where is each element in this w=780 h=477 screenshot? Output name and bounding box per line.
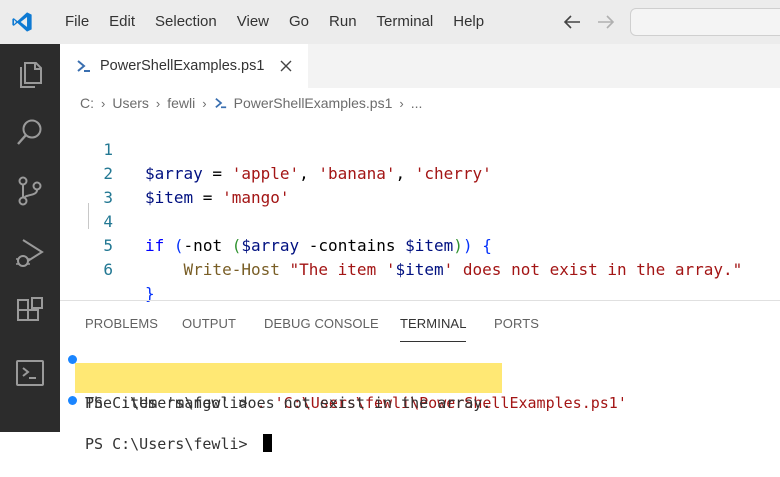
tab-problems[interactable]: PROBLEMS xyxy=(85,316,158,331)
search-icon[interactable] xyxy=(14,116,46,148)
code-line-3: 3 xyxy=(60,162,113,207)
command-center-search[interactable] xyxy=(630,8,780,36)
run-debug-icon[interactable] xyxy=(14,237,46,269)
tab-terminal[interactable]: TERMINAL xyxy=(400,316,467,331)
code-text: $array = 'apple', 'banana', 'cherry' xyxy=(145,164,492,183)
code-editor[interactable]: 1 $array = 'apple', 'banana', 'cherry' 2… xyxy=(60,114,780,303)
chevron-right-icon: › xyxy=(202,95,207,111)
powershell-file-icon xyxy=(76,58,92,74)
powershell-file-icon xyxy=(214,97,228,109)
menu-file[interactable]: File xyxy=(55,8,99,36)
code-line-2: 2 $item = 'mango' xyxy=(60,138,289,207)
active-tab-indicator xyxy=(400,341,466,342)
code-text: Write-Host "The item '$item' does not ex… xyxy=(183,260,743,279)
menu-selection[interactable]: Selection xyxy=(145,8,227,36)
command-status-icon[interactable] xyxy=(68,355,77,364)
breadcrumb-file[interactable]: PowerShellExamples.ps1 xyxy=(234,95,393,111)
command-status-icon[interactable] xyxy=(68,396,77,405)
source-control-icon[interactable] xyxy=(14,175,46,207)
vscode-logo-icon xyxy=(11,11,33,33)
arrow-right-icon[interactable] xyxy=(596,11,616,33)
code-line-1: 1 $array = 'apple', 'banana', 'cherry' xyxy=(60,114,491,183)
menu-bar: File Edit Selection View Go Run Terminal… xyxy=(55,8,494,36)
activity-bar xyxy=(0,44,60,432)
explorer-icon[interactable] xyxy=(14,57,46,89)
chevron-right-icon: › xyxy=(399,95,404,111)
terminal-text: PS C:\Users\fewli> xyxy=(85,433,272,455)
navigation-arrows xyxy=(562,11,616,33)
tab-debug-console[interactable]: DEBUG CONSOLE xyxy=(264,316,379,331)
tab-ports[interactable]: PORTS xyxy=(494,316,539,331)
code-line-6: 6 } xyxy=(60,234,154,303)
editor-tab-bar: PowerShellExamples.ps1 xyxy=(60,44,780,88)
code-text: $item = 'mango' xyxy=(145,188,290,207)
breadcrumb-fewli[interactable]: fewli xyxy=(167,95,195,111)
terminal-line-command: PS C:\Users\fewli> . 'C:\Users\fewli\Pow… xyxy=(60,348,780,412)
code-line-4: 4 if (-not ($array -contains $item)) { xyxy=(60,186,492,255)
menu-view[interactable]: View xyxy=(227,8,279,36)
chevron-right-icon: › xyxy=(101,95,106,111)
breadcrumb-users[interactable]: Users xyxy=(112,95,149,111)
tab-label: PowerShellExamples.ps1 xyxy=(100,58,265,74)
breadcrumb-more[interactable]: ... xyxy=(411,95,423,111)
menu-run[interactable]: Run xyxy=(319,8,367,36)
chevron-right-icon: › xyxy=(155,95,161,111)
close-icon[interactable] xyxy=(278,58,294,74)
indent-guide xyxy=(88,203,89,229)
menu-go[interactable]: Go xyxy=(279,8,319,36)
terminal-line-prompt: PS C:\Users\fewli> xyxy=(60,389,780,453)
code-line-5: 5 Write-Host "The item '$item' does not … xyxy=(60,210,742,279)
tab-output[interactable]: OUTPUT xyxy=(182,316,236,331)
line-number: 6 xyxy=(103,260,113,279)
terminal-cursor xyxy=(262,434,272,452)
menu-terminal[interactable]: Terminal xyxy=(367,8,444,36)
menu-edit[interactable]: Edit xyxy=(99,8,145,36)
title-bar: File Edit Selection View Go Run Terminal… xyxy=(0,0,780,44)
arrow-left-icon[interactable] xyxy=(562,11,582,33)
editor-tab-powershellexamples[interactable]: PowerShellExamples.ps1 xyxy=(60,44,308,88)
code-text: if (-not ($array -contains $item)) { xyxy=(145,236,492,255)
breadcrumb: C: › Users › fewli › PowerShellExamples.… xyxy=(80,92,422,114)
menu-help[interactable]: Help xyxy=(443,8,494,36)
terminal-icon[interactable] xyxy=(14,357,46,389)
panel-tab-bar: PROBLEMS OUTPUT DEBUG CONSOLE TERMINAL P… xyxy=(60,301,780,345)
terminal-prompt: PS C:\Users\fewli> xyxy=(85,435,257,453)
breadcrumb-drive[interactable]: C: xyxy=(80,95,94,111)
extensions-icon[interactable] xyxy=(14,296,46,328)
